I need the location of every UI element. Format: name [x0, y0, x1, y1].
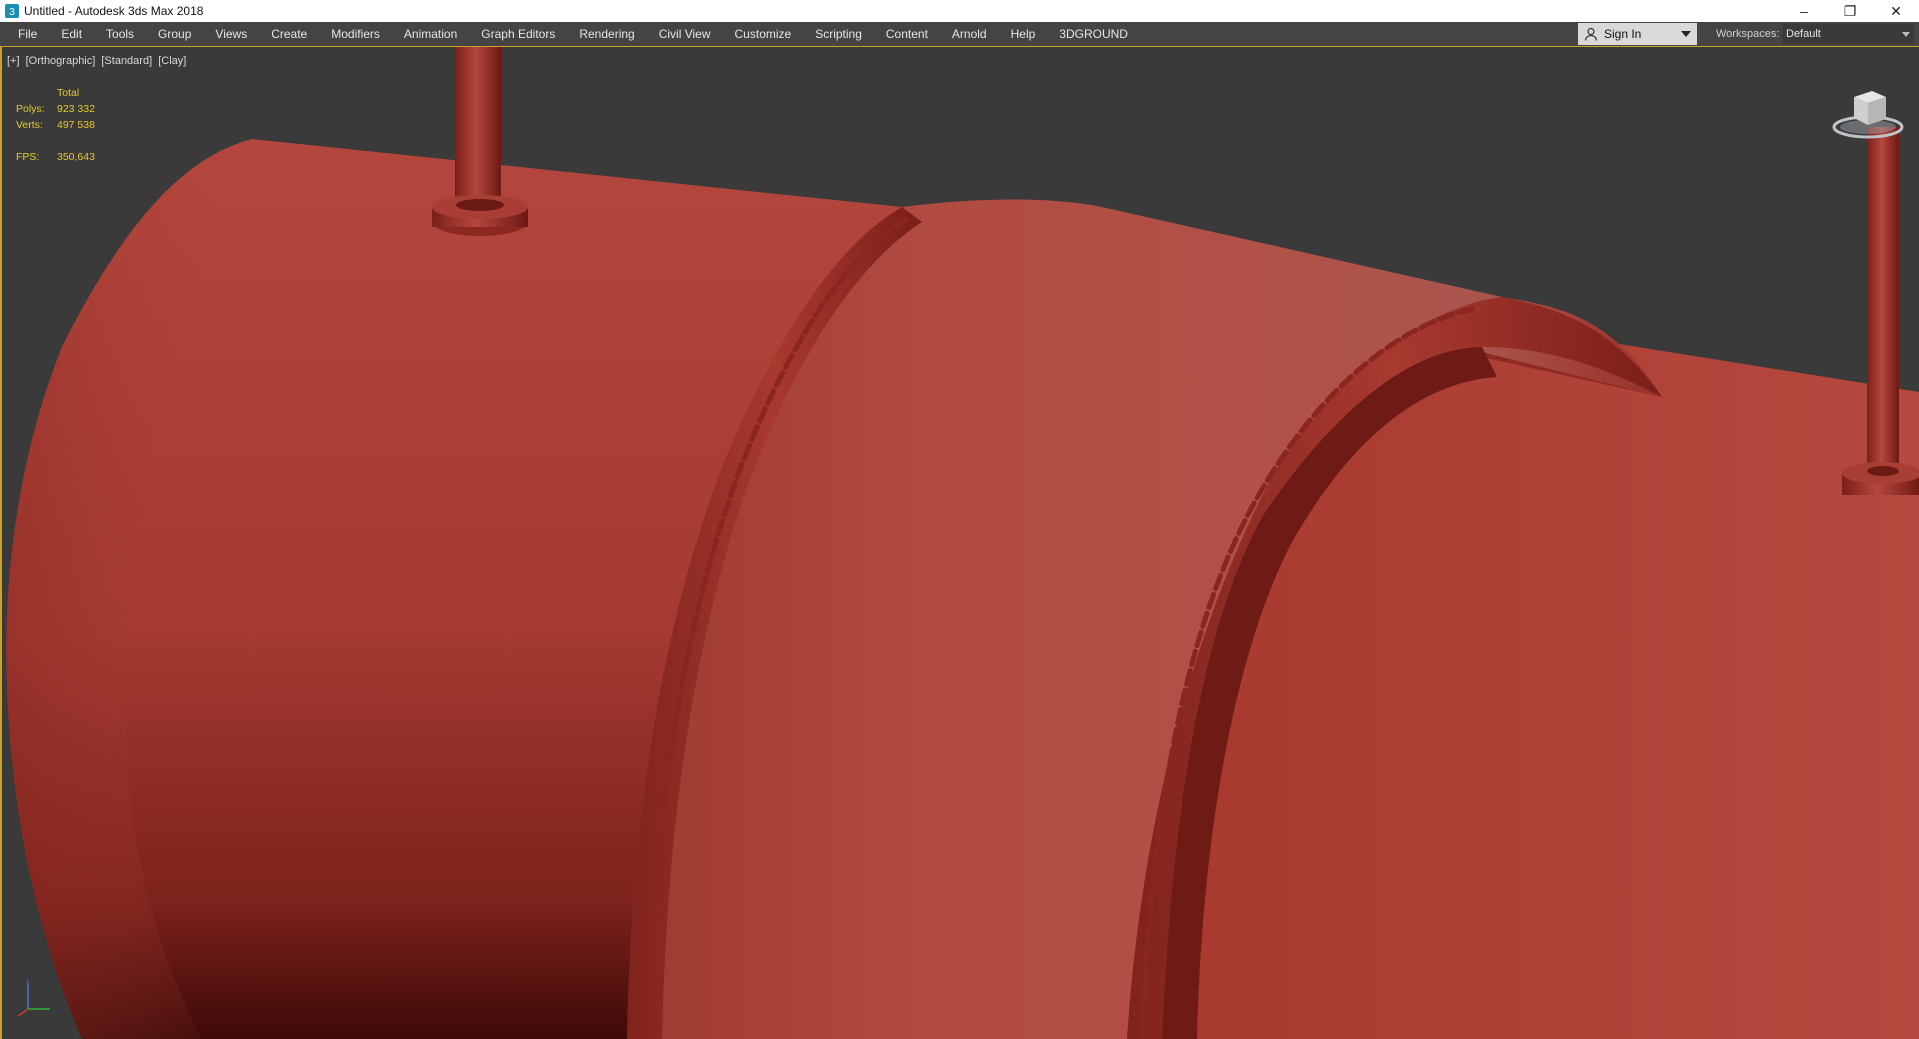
3ds-max-icon[interactable]: 3	[4, 3, 20, 19]
polys-label: Polys:	[16, 103, 45, 115]
sign-in-label: Sign In	[1604, 27, 1642, 41]
viewport-shading[interactable]: [Standard]	[101, 55, 152, 67]
chevron-down-icon	[1681, 31, 1691, 37]
viewcube-icon[interactable]	[1828, 83, 1908, 143]
menu-edit[interactable]: Edit	[49, 22, 94, 46]
window-controls: – ❐ ✕	[1781, 0, 1919, 22]
menu-file[interactable]: File	[6, 22, 49, 46]
stats-verts-row: Verts: 497 538	[16, 117, 95, 133]
title-bar: 3 Untitled - Autodesk 3ds Max 2018 – ❐ ✕	[0, 0, 1919, 22]
menu-arnold[interactable]: Arnold	[940, 22, 999, 46]
menu-rendering[interactable]: Rendering	[567, 22, 646, 46]
minimize-button[interactable]: –	[1781, 0, 1827, 22]
menu-graph-editors[interactable]: Graph Editors	[469, 22, 567, 46]
svg-text:3: 3	[9, 7, 15, 18]
menu-help[interactable]: Help	[999, 22, 1048, 46]
window-title: Untitled - Autodesk 3ds Max 2018	[24, 4, 204, 18]
left-pipe	[432, 47, 528, 236]
person-icon	[1584, 27, 1598, 41]
workspaces-value: Default	[1786, 28, 1821, 40]
menu-group[interactable]: Group	[146, 22, 203, 46]
menu-content[interactable]: Content	[874, 22, 940, 46]
menu-create[interactable]: Create	[259, 22, 319, 46]
workspaces-dropdown[interactable]: Default	[1782, 24, 1914, 44]
restore-button[interactable]: ❐	[1827, 0, 1873, 22]
menu-tools[interactable]: Tools	[94, 22, 146, 46]
viewport-statistics: Total Polys: 923 332 Verts: 497 538 FPS:…	[16, 85, 95, 165]
menu-views[interactable]: Views	[203, 22, 259, 46]
axis-tripod-icon: z	[17, 979, 50, 1017]
main-menu: File Edit Tools Group Views Create Modif…	[0, 22, 1140, 46]
menu-animation[interactable]: Animation	[392, 22, 469, 46]
stats-polys-row: Polys: 923 332	[16, 101, 95, 117]
menu-modifiers[interactable]: Modifiers	[319, 22, 392, 46]
svg-text:z: z	[26, 979, 29, 984]
menu-civil-view[interactable]: Civil View	[647, 22, 723, 46]
workspaces-label: Workspaces:	[1716, 28, 1780, 40]
viewport-point-of-view[interactable]: [Orthographic]	[26, 55, 96, 67]
polys-value: 923 332	[57, 103, 95, 115]
menu-bar: File Edit Tools Group Views Create Modif…	[0, 22, 1919, 46]
viewport-scene	[6, 47, 1919, 1039]
fps-value: 350,643	[57, 151, 95, 163]
verts-value: 497 538	[57, 119, 95, 131]
stats-fps-row: FPS: 350,643	[16, 149, 95, 165]
menu-customize[interactable]: Customize	[723, 22, 804, 46]
close-button[interactable]: ✕	[1873, 0, 1919, 22]
viewport-label[interactable]: [+] [Orthographic] [Standard] [Clay]	[7, 55, 189, 67]
fps-label: FPS:	[16, 151, 40, 163]
stats-header: Total	[57, 87, 80, 99]
menu-3dground[interactable]: 3DGROUND	[1047, 22, 1140, 46]
perspective-viewport[interactable]: [+] [Orthographic] [Standard] [Clay] Tot…	[0, 46, 1919, 1039]
chevron-down-icon	[1902, 32, 1910, 37]
sign-in-button[interactable]: Sign In	[1578, 23, 1697, 45]
viewport-menu-plus[interactable]: [+]	[7, 55, 20, 67]
viewport-visual-style[interactable]: [Clay]	[158, 55, 186, 67]
menu-scripting[interactable]: Scripting	[803, 22, 874, 46]
verts-label: Verts:	[16, 119, 43, 131]
